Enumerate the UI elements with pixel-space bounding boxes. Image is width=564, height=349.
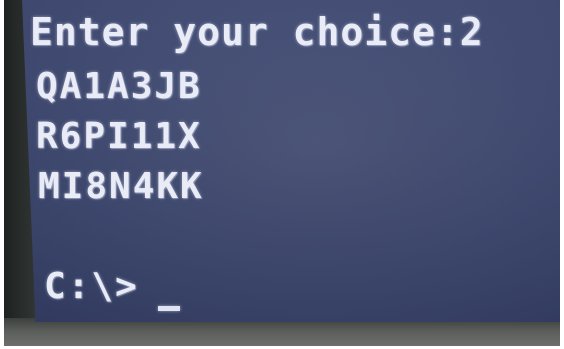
text-cursor — [158, 306, 180, 311]
code-line-1: QA1A3JB — [36, 66, 202, 107]
photo-frame: Enter your choice:2 QA1A3JB R6PI11X MI8N… — [0, 0, 564, 349]
choice-prompt: Enter your choice:2 — [30, 10, 484, 54]
code-line-2: R6PI11X — [36, 116, 202, 157]
code-line-3: MI8N4KK — [38, 166, 204, 207]
monitor-bezel-bottom — [4, 318, 560, 346]
command-prompt[interactable]: C:\> — [44, 266, 139, 307]
